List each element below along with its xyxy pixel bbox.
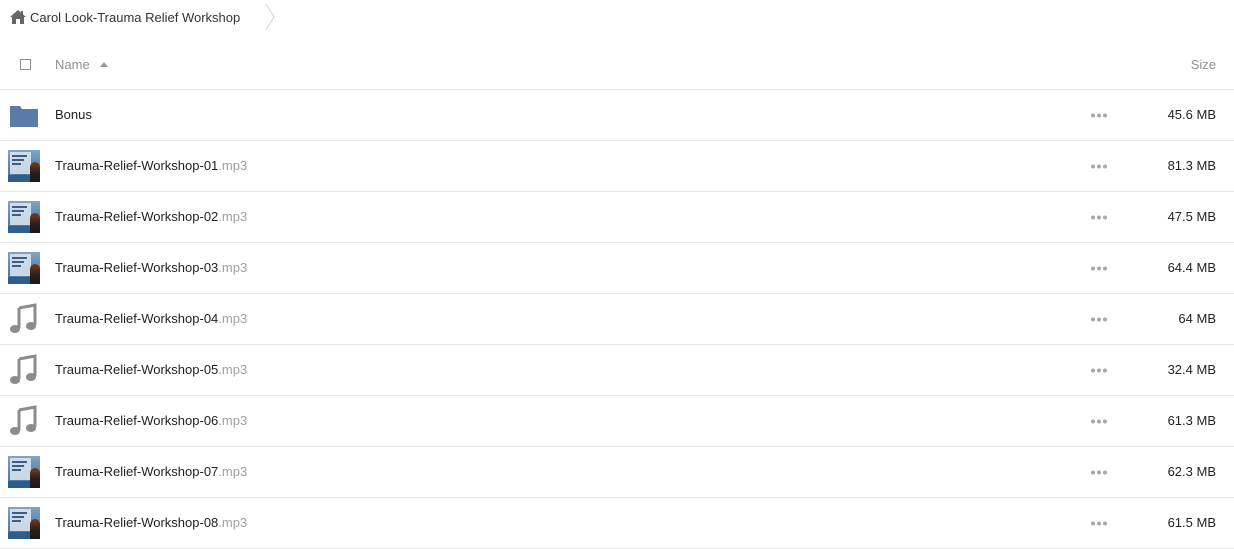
more-options-icon[interactable] <box>1091 317 1107 322</box>
select-all-checkbox[interactable] <box>20 59 31 70</box>
file-row[interactable]: Trauma-Relief-Workshop-01.mp3 81.3 MB <box>0 141 1234 192</box>
file-name-base: Trauma-Relief-Workshop-07 <box>55 464 219 479</box>
file-extension: .mp3 <box>218 464 248 479</box>
file-size: 64.4 MB <box>1167 260 1216 275</box>
more-options-icon[interactable] <box>1091 164 1107 169</box>
file-size: 45.6 MB <box>1167 107 1216 122</box>
size-column-header[interactable]: Size <box>1191 57 1216 73</box>
name-column-header[interactable]: Name <box>55 57 90 73</box>
album-thumbnail-icon <box>8 150 40 182</box>
file-extension: .mp3 <box>218 362 248 377</box>
file-name-base: Trauma-Relief-Workshop-05 <box>55 362 219 377</box>
file-row[interactable]: Trauma-Relief-Workshop-07.mp3 62.3 MB <box>0 447 1234 498</box>
folder-icon <box>8 99 40 131</box>
music-note-icon <box>8 354 40 386</box>
file-name[interactable]: Trauma-Relief-Workshop-03.mp3 <box>55 260 247 276</box>
file-name[interactable]: Trauma-Relief-Workshop-08.mp3 <box>55 515 247 531</box>
file-row[interactable]: Trauma-Relief-Workshop-03.mp3 64.4 MB <box>0 243 1234 294</box>
more-options-icon[interactable] <box>1091 266 1107 271</box>
file-name-base: Trauma-Relief-Workshop-04 <box>55 311 219 326</box>
breadcrumb: Carol Look-Trauma Relief Workshop <box>0 0 1234 36</box>
more-options-icon[interactable] <box>1091 470 1107 475</box>
file-size: 47.5 MB <box>1167 209 1216 224</box>
file-row[interactable]: Trauma-Relief-Workshop-08.mp3 61.5 MB <box>0 498 1234 549</box>
file-row[interactable]: Bonus 45.6 MB <box>0 90 1234 141</box>
file-extension: .mp3 <box>218 158 248 173</box>
file-size: 62.3 MB <box>1167 464 1216 479</box>
breadcrumb-separator-icon <box>265 3 275 31</box>
file-name-base: Trauma-Relief-Workshop-01 <box>55 158 219 173</box>
music-note-icon <box>8 303 40 335</box>
file-row[interactable]: Trauma-Relief-Workshop-04.mp3 64 MB <box>0 294 1234 345</box>
file-name[interactable]: Trauma-Relief-Workshop-01.mp3 <box>55 158 247 174</box>
file-name[interactable]: Trauma-Relief-Workshop-05.mp3 <box>55 362 247 378</box>
file-name[interactable]: Trauma-Relief-Workshop-04.mp3 <box>55 311 247 327</box>
sort-ascending-icon[interactable] <box>100 62 108 67</box>
file-size: 32.4 MB <box>1167 362 1216 377</box>
album-thumbnail-icon <box>8 252 40 284</box>
more-options-icon[interactable] <box>1091 113 1107 118</box>
file-row[interactable]: Trauma-Relief-Workshop-05.mp3 32.4 MB <box>0 345 1234 396</box>
file-row[interactable]: Trauma-Relief-Workshop-02.mp3 47.5 MB <box>0 192 1234 243</box>
file-name[interactable]: Trauma-Relief-Workshop-06.mp3 <box>55 413 247 429</box>
file-name-base: Trauma-Relief-Workshop-03 <box>55 260 219 275</box>
album-thumbnail-icon <box>8 201 40 233</box>
file-name-base: Trauma-Relief-Workshop-02 <box>55 209 219 224</box>
file-name-base: Trauma-Relief-Workshop-08 <box>55 515 219 530</box>
file-name[interactable]: Trauma-Relief-Workshop-02.mp3 <box>55 209 247 225</box>
file-name[interactable]: Bonus <box>55 107 92 123</box>
album-thumbnail-icon <box>8 507 40 539</box>
file-size: 61.3 MB <box>1167 413 1216 428</box>
file-size: 61.5 MB <box>1167 515 1216 530</box>
home-icon[interactable] <box>10 10 26 24</box>
more-options-icon[interactable] <box>1091 215 1107 220</box>
file-extension: .mp3 <box>218 260 248 275</box>
file-name-base: Trauma-Relief-Workshop-06 <box>55 413 219 428</box>
file-name-base: Bonus <box>55 107 92 122</box>
more-options-icon[interactable] <box>1091 368 1107 373</box>
breadcrumb-current[interactable]: Carol Look-Trauma Relief Workshop <box>30 10 240 26</box>
more-options-icon[interactable] <box>1091 419 1107 424</box>
file-extension: .mp3 <box>218 515 248 530</box>
file-extension: .mp3 <box>218 209 248 224</box>
file-list-header: Name Size <box>0 40 1234 90</box>
file-row[interactable]: Trauma-Relief-Workshop-06.mp3 61.3 MB <box>0 396 1234 447</box>
file-extension: .mp3 <box>218 413 248 428</box>
file-name[interactable]: Trauma-Relief-Workshop-07.mp3 <box>55 464 247 480</box>
file-size: 64 MB <box>1178 311 1216 326</box>
file-size: 81.3 MB <box>1167 158 1216 173</box>
file-list: Bonus 45.6 MB Trauma-Relief-Workshop-01.mp… <box>0 90 1234 549</box>
music-note-icon <box>8 405 40 437</box>
album-thumbnail-icon <box>8 456 40 488</box>
more-options-icon[interactable] <box>1091 521 1107 526</box>
file-extension: .mp3 <box>218 311 248 326</box>
